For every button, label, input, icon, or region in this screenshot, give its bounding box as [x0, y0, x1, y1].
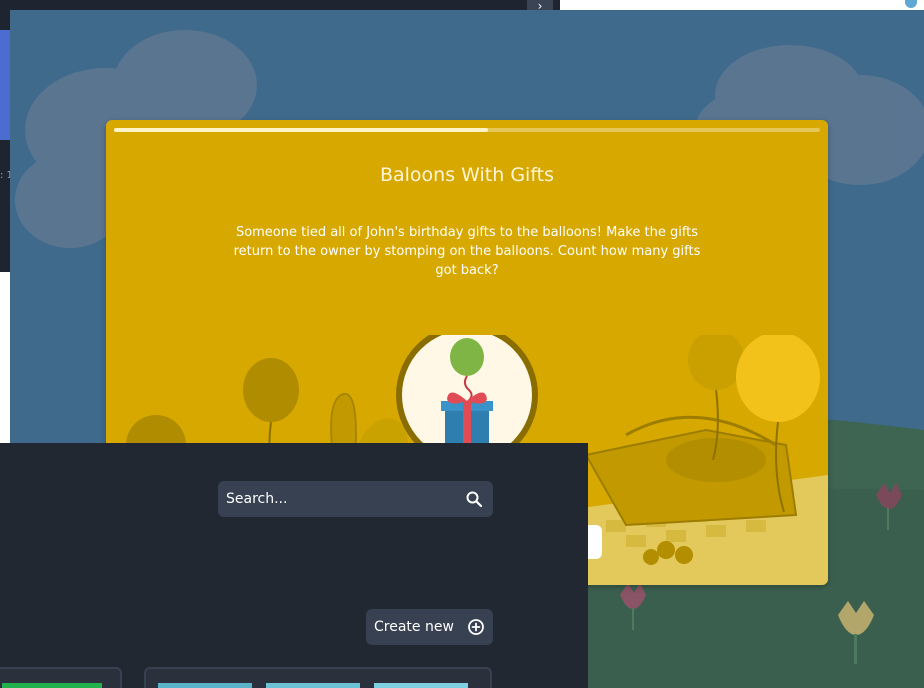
level-description: Someone tied all of John's birthday gift…: [233, 225, 701, 278]
progress-fill: [114, 128, 489, 132]
create-new-label: Create new: [374, 619, 454, 635]
project-thumbnail: [158, 683, 252, 688]
dashboard-window: Create new: [0, 443, 588, 688]
project-thumbnail: [266, 683, 360, 688]
plus-circle-icon: [468, 619, 484, 635]
project-thumbnail: [374, 683, 468, 688]
desktop: : 1 › Baloons With Gifts Someone tied al…: [0, 0, 924, 688]
project-thumbnail: [2, 683, 102, 688]
project-card[interactable]: [0, 667, 122, 688]
status-dot: [905, 0, 917, 8]
search-box[interactable]: [218, 481, 493, 517]
progress-bar: [114, 128, 820, 132]
level-title: Baloons With Gifts: [379, 164, 555, 186]
project-card[interactable]: [144, 667, 492, 688]
search-icon[interactable]: [465, 490, 483, 508]
search-input[interactable]: [218, 481, 458, 517]
create-new-button[interactable]: Create new: [366, 609, 493, 645]
